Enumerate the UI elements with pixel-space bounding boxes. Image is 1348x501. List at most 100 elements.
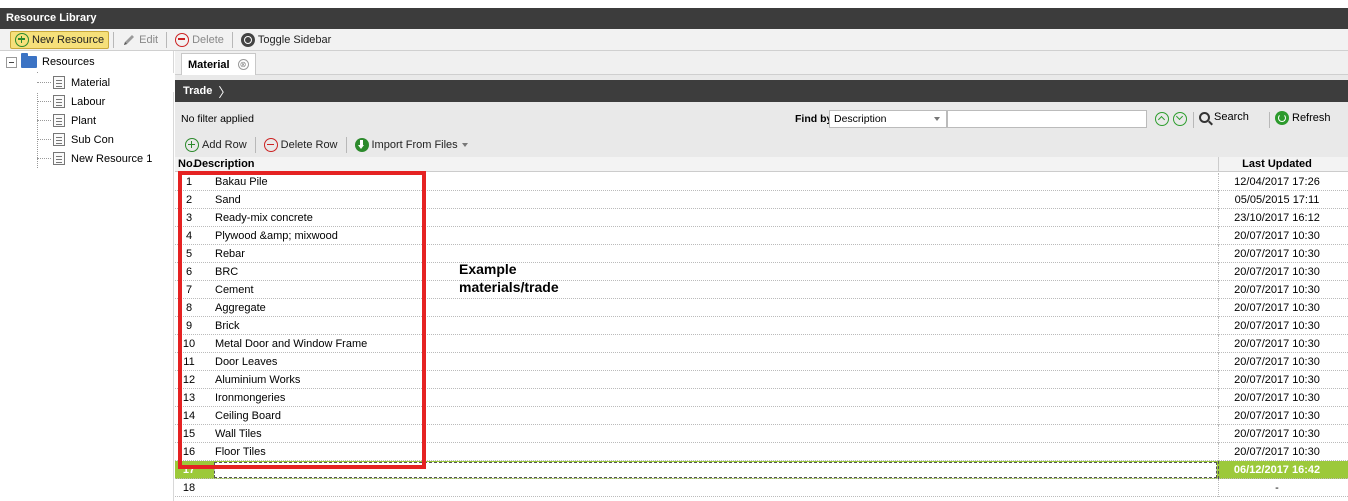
- document-icon: [53, 114, 65, 127]
- add-icon: [185, 138, 199, 152]
- resource-tree: Resources Material Labour Plant Sub Con …: [0, 51, 174, 501]
- main-toolbar: New Resource Edit Delete Toggle Sidebar: [0, 29, 1348, 51]
- cell-last-updated: 20/07/2017 10:30: [1218, 425, 1335, 443]
- breadcrumb: Trade 〉: [175, 80, 1348, 102]
- breadcrumb-trade[interactable]: Trade: [183, 85, 212, 97]
- toolbar-divider: [254, 137, 256, 153]
- toggle-sidebar-button[interactable]: Toggle Sidebar: [237, 31, 335, 49]
- previous-match-icon[interactable]: [1155, 112, 1169, 126]
- sidebar-item-label: New Resource 1: [71, 152, 153, 165]
- cell-last-updated: 20/07/2017 10:30: [1218, 245, 1335, 263]
- annotation-highlight-box: [178, 171, 426, 469]
- chevron-down-icon: [934, 117, 940, 121]
- edit-button[interactable]: Edit: [118, 31, 162, 49]
- cell-last-updated: 20/07/2017 10:30: [1218, 227, 1335, 245]
- add-row-button[interactable]: Add Row: [181, 136, 251, 154]
- delete-row-button[interactable]: Delete Row: [260, 136, 342, 154]
- refresh-icon: [1275, 111, 1289, 125]
- import-icon: [354, 138, 369, 152]
- delete-button[interactable]: Delete: [171, 31, 228, 49]
- search-input[interactable]: [947, 110, 1147, 128]
- sidebar-item-new-resource-1[interactable]: New Resource 1: [37, 149, 174, 168]
- window-title: Resource Library: [0, 8, 1348, 29]
- toolbar-divider: [113, 31, 115, 48]
- sidebar-item-plant[interactable]: Plant: [37, 111, 174, 130]
- cell-last-updated: 20/07/2017 10:30: [1218, 299, 1335, 317]
- search-icon: [1199, 111, 1210, 123]
- tab-material[interactable]: Material ⊗: [181, 53, 256, 75]
- document-icon: [53, 152, 65, 165]
- new-resource-button[interactable]: New Resource: [10, 30, 110, 49]
- cell-last-updated: 06/12/2017 16:42: [1218, 461, 1335, 479]
- row-toolbar: Add Row Delete Row Import From Files: [181, 135, 472, 155]
- sidebar-item-label: Labour: [71, 95, 106, 108]
- sidebar-item-label: Plant: [71, 114, 97, 127]
- sidebar-item-label: Material: [71, 76, 111, 89]
- sidebar-item-sub-con[interactable]: Sub Con: [37, 130, 174, 149]
- document-icon: [53, 76, 65, 89]
- toolbar-divider: [1193, 112, 1194, 128]
- toggle-icon: [240, 32, 255, 47]
- cell-last-updated: 23/10/2017 16:12: [1218, 209, 1335, 227]
- import-label: Import From Files: [371, 139, 458, 151]
- annotation-line-2: materials/trade: [459, 279, 559, 295]
- column-header-description[interactable]: Description: [194, 158, 255, 170]
- delete-row-label: Delete Row: [280, 139, 338, 151]
- cell-last-updated: 20/07/2017 10:30: [1218, 371, 1335, 389]
- toolbar-divider: [1269, 112, 1270, 128]
- tree-root-label: Resources: [42, 56, 95, 68]
- collapse-icon[interactable]: [6, 56, 17, 68]
- document-icon: [53, 95, 65, 108]
- edit-label: Edit: [139, 33, 159, 46]
- cell-no: 18: [182, 482, 196, 494]
- refresh-label: Refresh: [1292, 112, 1331, 124]
- cell-last-updated: 05/05/2015 17:11: [1218, 191, 1335, 209]
- cell-last-updated: 20/07/2017 10:30: [1218, 317, 1335, 335]
- close-icon[interactable]: ⊗: [237, 59, 249, 70]
- delete-icon: [263, 138, 278, 152]
- toggle-sidebar-label: Toggle Sidebar: [257, 33, 332, 46]
- tree-root-resources[interactable]: Resources: [6, 53, 95, 68]
- next-match-icon[interactable]: [1173, 112, 1187, 126]
- sidebar-item-label: Sub Con: [71, 133, 114, 146]
- chevron-down-icon[interactable]: [461, 143, 468, 147]
- cell-last-updated: 20/07/2017 10:30: [1218, 353, 1335, 371]
- search-label: Search: [1214, 111, 1249, 123]
- find-by-value: Description: [834, 113, 887, 125]
- filter-bar: No filter applied Find by: Description S…: [175, 107, 1348, 131]
- search-button[interactable]: Search: [1199, 111, 1249, 123]
- pencil-icon: [124, 34, 135, 45]
- cell-last-updated: 20/07/2017 10:30: [1218, 407, 1335, 425]
- sidebar-item-labour[interactable]: Labour: [37, 92, 174, 111]
- cell-last-updated: 12/04/2017 17:26: [1218, 173, 1335, 191]
- import-from-files-button[interactable]: Import From Files: [351, 136, 472, 154]
- folder-icon: [21, 53, 37, 68]
- new-resource-label: New Resource: [32, 33, 105, 46]
- filter-status: No filter applied: [181, 113, 254, 125]
- refresh-button[interactable]: Refresh: [1275, 111, 1331, 125]
- find-by-select[interactable]: Description: [829, 110, 947, 128]
- add-row-label: Add Row: [202, 139, 247, 151]
- annotation-label: Example materials/trade: [459, 260, 619, 296]
- cell-last-updated: 20/07/2017 10:30: [1218, 263, 1335, 281]
- delete-label: Delete: [192, 33, 224, 46]
- cell-last-updated: 20/07/2017 10:30: [1218, 281, 1335, 299]
- cell-last-updated: 20/07/2017 10:30: [1218, 443, 1335, 461]
- cell-last-updated: 20/07/2017 10:30: [1218, 335, 1335, 353]
- tab-label: Material: [188, 58, 230, 71]
- annotation-line-1: Example: [459, 261, 517, 277]
- cell-last-updated: 20/07/2017 10:30: [1218, 389, 1335, 407]
- chevron-right-icon: 〉: [218, 84, 232, 100]
- add-icon: [15, 32, 29, 47]
- grid-header: No. Description Last Updated: [175, 157, 1348, 172]
- document-icon: [53, 133, 65, 146]
- cell-last-updated: -: [1218, 479, 1335, 497]
- table-row[interactable]: 18 -: [175, 479, 1348, 497]
- toolbar-divider: [166, 31, 168, 48]
- sidebar-item-material[interactable]: Material: [37, 73, 174, 92]
- column-header-last-updated[interactable]: Last Updated: [1218, 157, 1335, 172]
- tab-bar: Material ⊗: [175, 51, 1348, 75]
- delete-icon: [175, 32, 190, 47]
- toolbar-divider: [345, 137, 347, 153]
- toolbar-divider: [231, 31, 233, 48]
